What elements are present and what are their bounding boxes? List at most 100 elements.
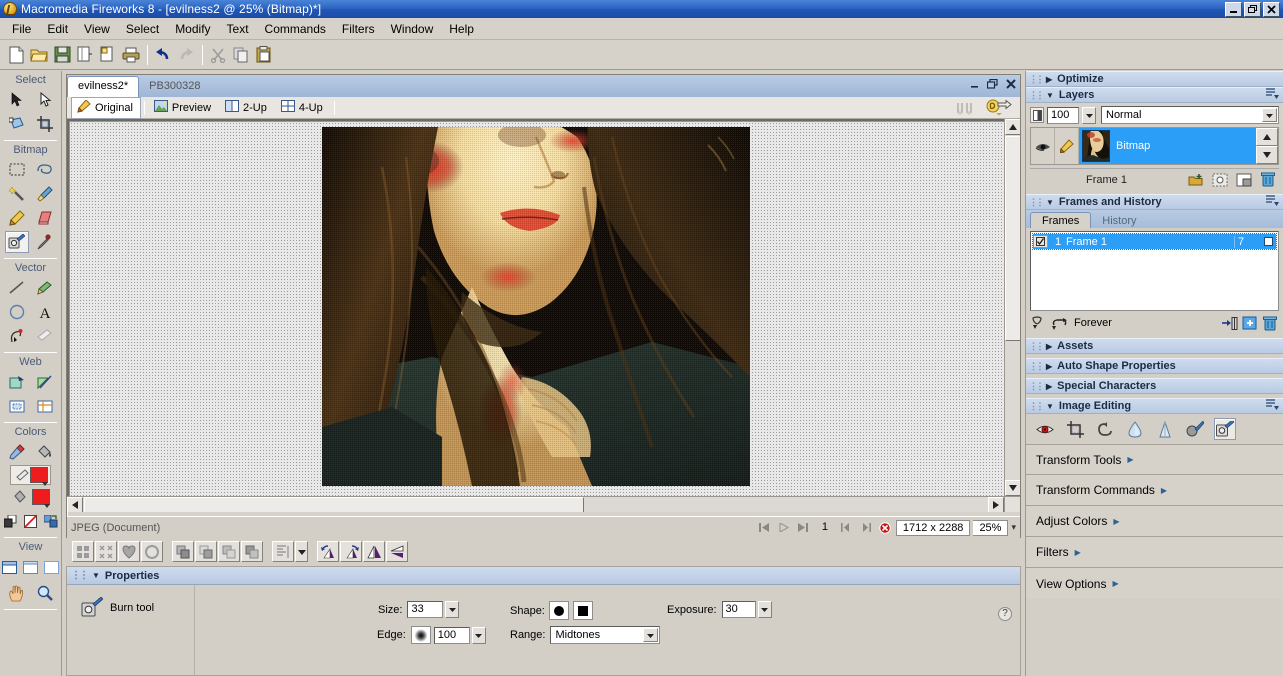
scroll-down-arrow[interactable] [1005,480,1020,496]
delete-frame-icon[interactable] [1261,315,1279,332]
align-circle-icon[interactable] [141,541,163,562]
size-spinner[interactable] [445,601,460,618]
zoom-level[interactable]: 25% [973,519,1009,536]
blend-mode-dropdown-arrow-icon[interactable] [1262,108,1277,122]
tab-history[interactable]: History [1091,213,1147,228]
exposure-spinner[interactable] [757,601,772,618]
flyout-transform-tools[interactable]: Transform Tools ▶ [1026,444,1283,475]
layer-visibility-cell[interactable] [1031,128,1055,164]
optimize-expand-triangle-icon[interactable]: ▶ [1046,75,1052,84]
cut-scissors-icon[interactable] [207,44,229,66]
menu-edit[interactable]: Edit [39,19,76,39]
slice-tool[interactable] [33,371,57,393]
punch-icon[interactable] [218,541,240,562]
import-icon[interactable] [74,44,96,66]
default-colors-button[interactable] [3,510,19,532]
canvas-vertical-scrollbar[interactable] [1004,119,1020,496]
edge-softness-preview-icon[interactable] [410,626,431,644]
scroll-up-arrow[interactable] [1005,119,1020,135]
subselection-tool[interactable] [33,89,57,111]
tab-frames[interactable]: Frames [1030,212,1092,228]
text-tool[interactable]: A [33,301,57,323]
marquee-tool[interactable] [5,159,29,181]
rectangle-hotspot-tool[interactable] [5,371,29,393]
replace-color-icon[interactable] [1094,418,1116,440]
menu-modify[interactable]: Modify [167,19,218,39]
eyedropper-tool[interactable] [5,441,29,463]
image-editing-expand-triangle-icon[interactable]: ▼ [1046,402,1054,411]
distribute-icon[interactable] [272,541,294,562]
new-layer-icon[interactable] [1233,171,1255,189]
layer-edit-lock-cell[interactable] [1055,128,1079,164]
frame-onion-toggle-icon[interactable] [1260,237,1276,246]
flyout-filters[interactable]: Filters ▶ [1026,537,1283,568]
document-minimize-button[interactable] [969,78,980,89]
menu-commands[interactable]: Commands [257,19,334,39]
edge-input[interactable]: 100 [433,626,470,644]
union-icon[interactable] [172,541,194,562]
flip-vertical-icon[interactable] [386,541,408,562]
open-folder-icon[interactable] [28,44,50,66]
zoom-dropdown-arrow[interactable]: ▾ [1011,522,1016,533]
distribute-dropdown-icon[interactable] [295,541,308,562]
zoom-tool[interactable] [33,582,57,604]
scroll-left-arrow[interactable] [67,497,83,512]
swap-colors-button[interactable] [43,510,59,532]
properties-help-button[interactable]: ? [998,607,1012,621]
restore-button[interactable] [1244,1,1261,17]
undo-arrow-icon[interactable] [152,44,174,66]
view-tab-2up[interactable]: 2-Up [219,97,275,118]
burn-icon[interactable] [1214,418,1236,440]
magic-wand-tool[interactable] [5,183,29,205]
vector-path-tool[interactable] [33,277,57,299]
frames-panel-menu-icon[interactable] [1266,195,1279,209]
freeform-tool[interactable] [33,325,57,347]
properties-expand-triangle-icon[interactable]: ▼ [92,571,100,580]
sharpen-icon[interactable] [1154,418,1176,440]
crop-tool[interactable] [33,113,57,135]
fill-color-swatch[interactable] [32,489,50,508]
panel-header-frames-and-history[interactable]: ⋮⋮ ▼ Frames and History [1026,194,1283,210]
crop-paths-icon[interactable] [241,541,263,562]
flyout-view-options[interactable]: View Options ▶ [1026,568,1283,599]
exposure-input[interactable]: 30 [721,601,756,618]
rubber-stamp-tool[interactable] [33,231,57,253]
menu-file[interactable]: File [4,19,39,39]
document-tab-evilness2[interactable]: evilness2* [67,76,140,97]
previous-frame-button[interactable] [839,521,855,535]
dodge-icon[interactable] [1184,418,1206,440]
blend-mode-select[interactable]: Normal [1101,106,1279,124]
layers-panel-menu-icon[interactable] [1266,88,1279,102]
quick-export-icon[interactable] [986,99,1014,119]
layer-opacity-spinner[interactable] [1082,106,1096,124]
export-icon[interactable] [97,44,119,66]
view-tab-preview[interactable]: Preview [148,97,219,118]
new-duplicate-frame-icon[interactable] [1241,315,1259,332]
crop-icon[interactable] [1064,418,1086,440]
copy-icon[interactable] [230,44,252,66]
panel-header-optimize[interactable]: ⋮⋮ ▶ Optimize [1026,71,1283,87]
new-document-icon[interactable] [5,44,27,66]
document-close-button[interactable] [1005,78,1016,89]
align-left-objects-icon[interactable] [72,541,94,562]
scale-tool[interactable] [5,113,29,135]
delete-layer-icon[interactable] [1257,171,1279,189]
paste-clipboard-icon[interactable] [253,44,275,66]
full-screen-with-menus[interactable] [22,556,39,578]
pointer-tool[interactable] [5,89,29,111]
align-shapes-icon[interactable] [118,541,140,562]
view-tab-original[interactable]: Original [71,96,141,119]
first-frame-button[interactable] [757,521,773,535]
canvas-horizontal-scrollbar[interactable] [67,496,1004,512]
print-icon[interactable] [120,44,142,66]
redo-arrow-icon[interactable] [175,44,197,66]
last-frame-button[interactable] [795,521,811,535]
vertical-scroll-thumb[interactable] [1005,136,1020,341]
pen-tool[interactable] [5,325,29,347]
panel-header-image-editing[interactable]: ⋮⋮ ▼ Image Editing [1026,398,1283,414]
hide-slices-tool[interactable] [5,395,29,417]
edge-spinner[interactable] [471,626,486,644]
scroll-right-arrow[interactable] [988,497,1004,512]
range-dropdown-arrow-icon[interactable] [643,628,659,642]
panel-header-layers[interactable]: ⋮⋮ ▼ Layers [1026,87,1283,103]
